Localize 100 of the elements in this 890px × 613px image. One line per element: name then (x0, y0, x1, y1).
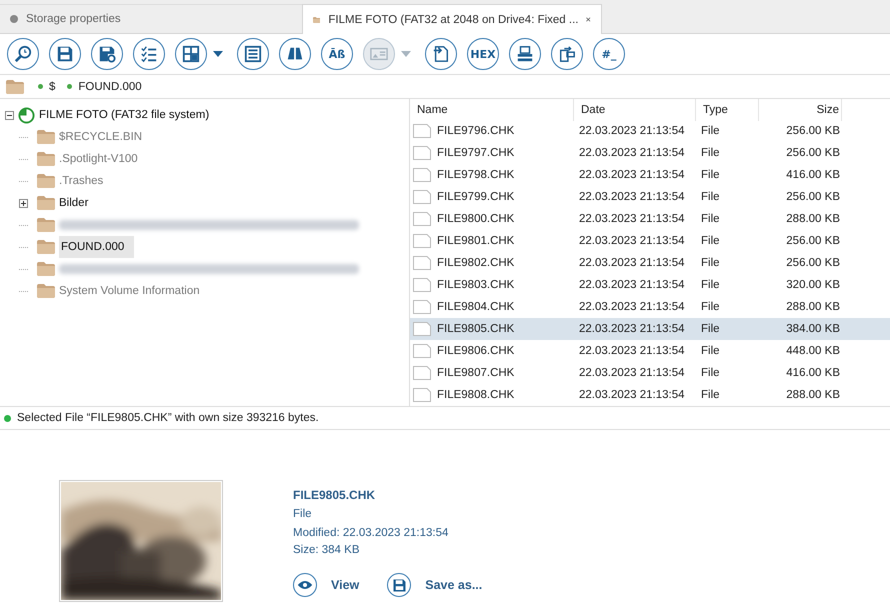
path-item[interactable]: $ (49, 80, 56, 92)
path-item[interactable]: FOUND.000 (78, 80, 142, 92)
table-cell-text: 384.00 KB (785, 323, 841, 335)
table-cell: FILE9800.CHK (437, 213, 514, 225)
table-cell-text: 22.03.2023 21:13:54 (578, 301, 686, 313)
toolbar-button[interactable] (551, 38, 583, 70)
table-cell-text: 256.00 KB (785, 125, 841, 137)
file-icon (413, 190, 431, 204)
file-icon (413, 234, 431, 248)
table-cell-text: File (700, 301, 721, 313)
pie-chart-icon (18, 106, 35, 124)
toolbar-button[interactable] (509, 38, 541, 70)
file-icon (413, 146, 431, 160)
table-cell-text: 22.03.2023 21:13:54 (578, 389, 686, 401)
toolbar-button[interactable]: #_ (593, 38, 625, 70)
table-cell-text: File (700, 323, 721, 335)
toolbar-button[interactable] (133, 38, 165, 70)
preview-icon (370, 45, 388, 63)
toolbar-button[interactable]: HEX (467, 38, 499, 70)
save-as-button[interactable]: Save as... (387, 573, 482, 597)
checklist-icon (140, 45, 158, 63)
column-header[interactable]: Type (696, 99, 759, 121)
table-cell-text: 288.00 KB (785, 213, 841, 225)
tab[interactable]: Storage properties (0, 4, 302, 33)
file-icon (413, 168, 431, 182)
folder-icon (6, 80, 24, 94)
table-cell-text: 22.03.2023 21:13:54 (578, 257, 686, 269)
table-cell-text: File (700, 389, 721, 401)
folder-icon (37, 196, 55, 210)
file-icon (413, 256, 431, 270)
tree-item[interactable]: $RECYCLE.BIN (59, 126, 142, 148)
folder-icon (37, 130, 55, 144)
file-icon (413, 366, 431, 380)
table-cell-text: 22.03.2023 21:13:54 (578, 279, 686, 291)
table-cell-text: File (700, 235, 721, 247)
tree-item[interactable]: Bilder (59, 192, 88, 214)
table-cell-text: File (700, 279, 721, 291)
table-cell: FILE9802.CHK (437, 257, 514, 269)
tree-item[interactable]: System Volume Information (59, 280, 200, 302)
table-cell-text: 22.03.2023 21:13:54 (578, 213, 686, 225)
table-cell-text: 320.00 KB (785, 279, 841, 291)
tree-item[interactable]: FILME FOTO (FAT32 file system) (39, 104, 210, 126)
table-cell-text: 22.03.2023 21:13:54 (578, 147, 686, 159)
view-button[interactable]: View (293, 573, 360, 597)
expand-icon[interactable] (19, 198, 28, 208)
tree-item[interactable]: FOUND.000 (59, 236, 134, 258)
tab-label: FILME FOTO (FAT32 at 2048 on Drive4: Fixed ... (328, 14, 578, 26)
tree-item[interactable]: .Trashes (59, 170, 104, 192)
file-icon (413, 300, 431, 314)
collapse-icon[interactable] (5, 110, 14, 120)
table-cell-text: 256.00 KB (785, 147, 841, 159)
file-icon (413, 212, 431, 226)
table-cell-text: 22.03.2023 21:13:54 (578, 367, 686, 379)
table-cell-text: 22.03.2023 21:13:54 (578, 125, 686, 137)
table-cell-text: 256.00 KB (785, 257, 841, 269)
toolbar-button[interactable] (49, 38, 81, 70)
table-cell: FILE9798.CHK (437, 169, 514, 181)
table-cell-text: 288.00 KB (785, 389, 841, 401)
save-settings-icon (98, 45, 116, 63)
folder-icon (37, 262, 55, 276)
table-cell-text: File (700, 125, 721, 137)
save-icon (56, 45, 74, 63)
table-cell-text: 256.00 KB (785, 235, 841, 247)
table-cell-text: File (700, 345, 721, 357)
table-cell: FILE9804.CHK (437, 301, 514, 313)
file-size: Size: 384 KB (293, 543, 360, 558)
toolbar-button[interactable] (91, 38, 123, 70)
file-type: File (293, 507, 313, 522)
toolbar-button[interactable] (425, 38, 457, 70)
file-icon (413, 322, 431, 336)
table-cell-text: File (700, 367, 721, 379)
toolbar-button[interactable]: Āß (321, 38, 353, 70)
table-cell-text: File (700, 169, 721, 181)
folder-icon (37, 284, 55, 298)
grid-icon (182, 45, 200, 63)
file-icon (413, 344, 431, 358)
stack-icon (516, 45, 534, 63)
swap-icon (558, 45, 576, 63)
toolbar-button[interactable] (175, 38, 207, 70)
dot-icon (67, 84, 72, 89)
dot-icon (38, 84, 43, 89)
column-header[interactable]: Size (759, 99, 842, 121)
column-header[interactable]: Date (574, 99, 696, 121)
toolbar-button[interactable] (237, 38, 269, 70)
folder-icon (37, 152, 55, 166)
status-dot-icon (10, 15, 18, 23)
file-icon (413, 388, 431, 402)
file-icon (413, 124, 431, 138)
column-header[interactable]: Name (410, 99, 574, 121)
table-cell-text: File (700, 147, 721, 159)
caret-icon[interactable] (213, 51, 223, 57)
table-cell-text: 416.00 KB (785, 367, 841, 379)
table-cell-text: 448.00 KB (785, 345, 841, 357)
status-text: Selected File “FILE9805.CHK” with own size 393216 bytes. (17, 412, 319, 424)
tab[interactable]: FILME FOTO (FAT32 at 2048 on Drive4: Fixed ... (302, 4, 602, 34)
toolbar-button[interactable] (7, 38, 39, 70)
toolbar-button[interactable] (279, 38, 311, 70)
tree-item[interactable]: .Spotlight-V100 (59, 148, 138, 170)
table-cell: FILE9797.CHK (437, 147, 514, 159)
folder-icon (37, 218, 55, 232)
